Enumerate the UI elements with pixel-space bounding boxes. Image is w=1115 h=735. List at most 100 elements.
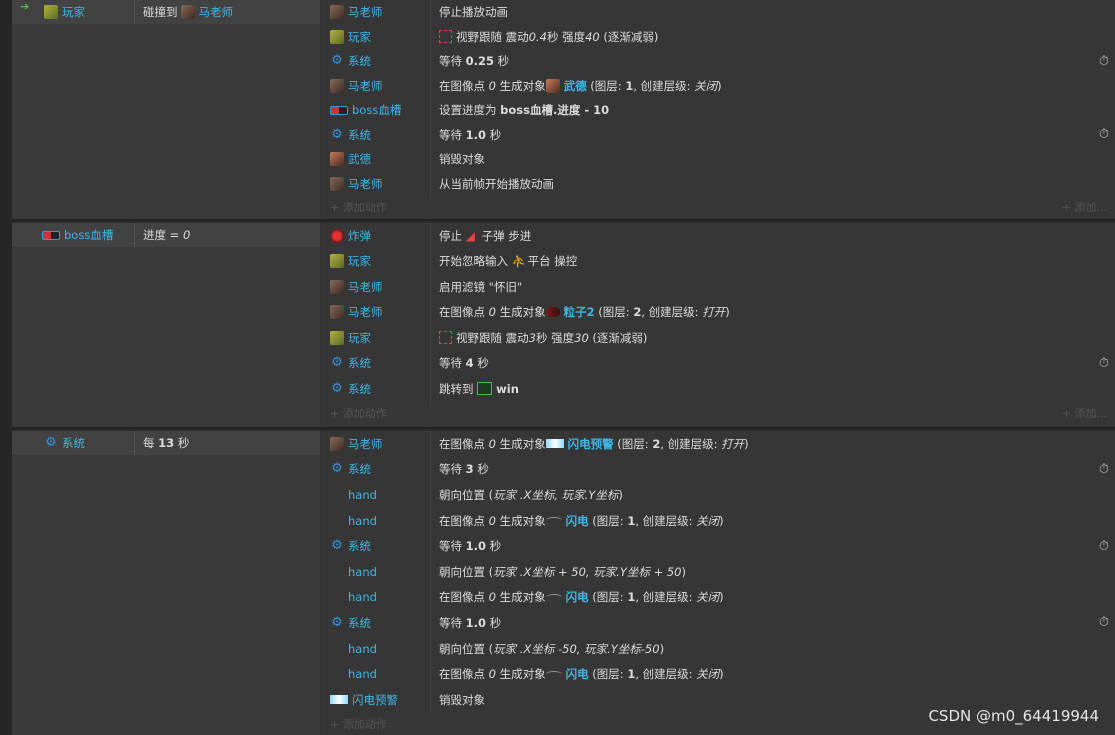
action-row[interactable]: 马老师 在图像点 0 生成对象 粒子2 (图层: 2, 创建层级: 打开) xyxy=(322,300,1115,326)
action-row[interactable]: 武德 销毁对象 xyxy=(322,147,1115,172)
action-text-part: 从当前帧开始播放动画 xyxy=(439,176,554,191)
action-row[interactable]: hand 在图像点 0 生成对象 闪电 (图层: 1, 创建层级: 关闭) xyxy=(322,661,1115,687)
action-text[interactable]: 在图像点 0 生成对象 武德 (图层: 1, 创建层级: 关闭) xyxy=(439,74,722,99)
action-row[interactable]: hand 朝向位置 (玩家 .X坐标 + 50, 玩家.Y坐标 + 50) xyxy=(322,559,1115,585)
action-object[interactable]: hand xyxy=(348,482,377,508)
action-row[interactable]: 玩家 视野跟随 震动 0.4 秒 强度 40 (逐渐减弱) xyxy=(322,25,1115,50)
condition-row[interactable]: ➔ 玩家 碰撞到 马老师 xyxy=(12,0,320,24)
action-row[interactable]: 马老师 启用滤镜 "怀旧" xyxy=(322,274,1115,300)
action-object[interactable]: ⚙ 系统 xyxy=(330,351,371,377)
action-text[interactable]: 停止播放动画 xyxy=(439,0,508,25)
action-row[interactable]: hand 朝向位置 (玩家 .X坐标, 玩家.Y坐标) xyxy=(322,482,1115,508)
action-object[interactable]: 马老师 xyxy=(330,0,383,25)
action-text-part: 生成对象 xyxy=(495,667,546,682)
action-object[interactable]: ⚙ 系统 xyxy=(330,49,371,74)
action-text[interactable]: 等待 1.0 秒 xyxy=(439,123,501,148)
action-object[interactable]: 玩家 xyxy=(330,325,371,351)
action-row[interactable]: 马老师 停止播放动画 xyxy=(322,0,1115,25)
add-button[interactable]: + 添加... xyxy=(1062,405,1107,421)
action-object[interactable]: hand xyxy=(348,508,377,534)
action-object[interactable]: 闪电预警 xyxy=(330,687,398,713)
action-text[interactable]: 视野跟随 震动 0.4 秒 强度 40 (逐渐减弱) xyxy=(439,25,658,50)
action-object[interactable]: ⚙ 系统 xyxy=(330,533,371,559)
action-text[interactable]: 从当前帧开始播放动画 xyxy=(439,172,554,197)
action-object[interactable]: 玩家 xyxy=(330,25,371,50)
action-text[interactable]: 设置进度为 boss血槽.进度 - 10 xyxy=(439,98,609,123)
action-object[interactable]: 马老师 xyxy=(330,431,383,457)
action-row[interactable]: ⚙ 系统 等待 0.25 秒 ⏱ xyxy=(322,49,1115,74)
action-object[interactable]: 武德 xyxy=(330,147,371,172)
action-object-name: 系统 xyxy=(348,539,371,554)
action-text[interactable]: 朝向位置 (玩家 .X坐标, 玩家.Y坐标) xyxy=(439,482,623,508)
action-row[interactable]: ⚙ 系统 等待 1.0 秒 ⏱ xyxy=(322,123,1115,148)
action-row[interactable]: ⚙ 系统 等待 1.0 秒 ⏱ xyxy=(322,533,1115,559)
action-text[interactable]: 视野跟随 震动 3 秒 强度 30 (逐渐减弱) xyxy=(439,325,647,351)
action-text[interactable]: 在图像点 0 生成对象 闪电 (图层: 1, 创建层级: 关闭) xyxy=(439,585,724,611)
particle-icon xyxy=(545,307,560,318)
action-row[interactable]: 马老师 从当前帧开始播放动画 xyxy=(322,172,1115,197)
action-object[interactable]: 玩家 xyxy=(330,249,371,275)
action-object[interactable]: 马老师 xyxy=(330,172,383,197)
action-object[interactable]: hand xyxy=(348,636,377,662)
add-action-button[interactable]: + 添加动作 xyxy=(330,199,387,215)
action-text[interactable]: 在图像点 0 生成对象 闪电预警 (图层: 2, 创建层级: 打开) xyxy=(439,431,749,457)
action-object-name: hand xyxy=(348,513,377,528)
action-text[interactable]: 等待 4 秒 xyxy=(439,351,489,377)
action-row[interactable]: hand 朝向位置 (玩家 .X坐标 -50, 玩家.Y坐标-50) xyxy=(322,636,1115,662)
action-text-part: 生成对象 xyxy=(495,513,546,528)
action-object[interactable]: 马老师 xyxy=(330,274,383,300)
action-row[interactable]: hand 在图像点 0 生成对象 闪电 (图层: 1, 创建层级: 关闭) xyxy=(322,585,1115,611)
action-text[interactable]: 在图像点 0 生成对象 闪电 (图层: 1, 创建层级: 关闭) xyxy=(439,508,724,534)
action-row[interactable]: boss血槽 设置进度为 boss血槽.进度 - 10 xyxy=(322,98,1115,123)
action-row[interactable]: ⚙ 系统 等待 3 秒 ⏱ xyxy=(322,457,1115,483)
action-text[interactable]: 开始忽略输入 ⛹ 平台 操控 xyxy=(439,249,577,275)
action-text[interactable]: 朝向位置 (玩家 .X坐标 -50, 玩家.Y坐标-50) xyxy=(439,636,664,662)
action-text[interactable]: 在图像点 0 生成对象 闪电 (图层: 1, 创建层级: 关闭) xyxy=(439,661,724,687)
action-row[interactable]: hand 在图像点 0 生成对象 闪电 (图层: 1, 创建层级: 关闭) xyxy=(322,508,1115,534)
action-row[interactable]: ⚙ 系统 跳转到 win xyxy=(322,376,1115,402)
action-text[interactable]: 启用滤镜 "怀旧" xyxy=(439,274,522,300)
add-button[interactable]: + 添加... xyxy=(1062,199,1107,215)
action-object[interactable]: ⚙ 系统 xyxy=(330,123,371,148)
action-text[interactable]: 在图像点 0 生成对象 粒子2 (图层: 2, 创建层级: 打开) xyxy=(439,300,730,326)
action-object[interactable]: ⚙ 系统 xyxy=(330,610,371,636)
action-object[interactable]: 炸弹 xyxy=(330,223,371,249)
action-object[interactable]: hand xyxy=(348,661,377,687)
action-text[interactable]: 等待 1.0 秒 xyxy=(439,533,501,559)
action-object[interactable]: ⚙ 系统 xyxy=(330,376,371,402)
action-text[interactable]: 跳转到 win xyxy=(439,376,519,402)
action-row[interactable]: ⚙ 系统 等待 1.0 秒 ⏱ xyxy=(322,610,1115,636)
condition-text[interactable]: 每 13 秒 xyxy=(143,431,189,455)
action-text[interactable]: 等待 0.25 秒 xyxy=(439,49,509,74)
condition-row[interactable]: ⚙ 系统 每 13 秒 xyxy=(12,431,320,455)
condition-text[interactable]: 进度 = 0 xyxy=(143,223,190,247)
action-row[interactable]: 马老师 在图像点 0 生成对象 闪电预警 (图层: 2, 创建层级: 打开) xyxy=(322,431,1115,457)
action-object[interactable]: boss血槽 xyxy=(330,98,401,123)
action-object[interactable]: ⚙ 系统 xyxy=(330,457,371,483)
action-text[interactable]: 销毁对象 xyxy=(439,687,485,713)
action-object[interactable]: 马老师 xyxy=(330,74,383,99)
action-text[interactable]: 朝向位置 (玩家 .X坐标 + 50, 玩家.Y坐标 + 50) xyxy=(439,559,686,585)
condition-row[interactable]: boss血槽 进度 = 0 xyxy=(12,223,320,247)
action-text-part: 武德 xyxy=(563,78,587,93)
action-object[interactable]: hand xyxy=(348,585,377,611)
action-text[interactable]: 等待 3 秒 xyxy=(439,457,489,483)
event-divider xyxy=(12,219,1115,221)
action-text-part: 设置进度为 xyxy=(439,103,501,118)
action-text[interactable]: 等待 1.0 秒 xyxy=(439,610,501,636)
action-object-name: 马老师 xyxy=(348,279,383,294)
action-text[interactable]: 销毁对象 xyxy=(439,147,485,172)
action-text[interactable]: 停止 ◢ 子弹 步进 xyxy=(439,223,531,249)
action-object[interactable]: 马老师 xyxy=(330,300,383,326)
add-action-button[interactable]: + 添加动作 xyxy=(330,405,387,421)
action-row[interactable]: ⚙ 系统 等待 4 秒 ⏱ xyxy=(322,351,1115,377)
condition-text[interactable]: 碰撞到 马老师 xyxy=(143,0,233,24)
action-text-part: 在图像点 xyxy=(439,436,489,451)
action-object[interactable]: hand xyxy=(348,559,377,585)
action-row[interactable]: 炸弹 停止 ◢ 子弹 步进 xyxy=(322,223,1115,249)
add-action-button[interactable]: + 添加动作 xyxy=(330,716,387,732)
action-object-name: 炸弹 xyxy=(348,228,371,243)
action-row[interactable]: 玩家 视野跟随 震动 3 秒 强度 30 (逐渐减弱) xyxy=(322,325,1115,351)
action-row[interactable]: 玩家 开始忽略输入 ⛹ 平台 操控 xyxy=(322,249,1115,275)
action-row[interactable]: 马老师 在图像点 0 生成对象 武德 (图层: 1, 创建层级: 关闭) xyxy=(322,74,1115,99)
